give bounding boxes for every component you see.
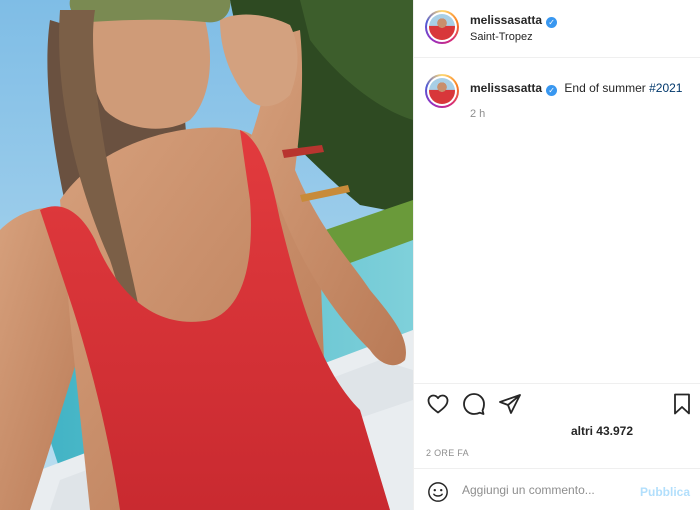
comment-bar: Pubblica — [414, 468, 700, 510]
caption-hashtag[interactable]: #2021 — [649, 81, 682, 95]
verified-icon: ✓ — [546, 85, 558, 96]
header-username[interactable]: melissasatta ✓ — [470, 13, 558, 28]
heart-icon — [427, 394, 449, 414]
post-details-panel: melissasatta ✓ Saint-Tropez melissasatta ✓… — [414, 0, 700, 510]
share-button[interactable] — [498, 392, 522, 416]
post-timestamp: 2 ORE FA — [426, 448, 469, 458]
bookmark-icon — [674, 393, 690, 415]
post-caption: melissasatta ✓ End of summer #2021 — [470, 80, 694, 96]
post-photo[interactable] — [0, 0, 413, 510]
post-actions — [414, 383, 700, 423]
caption-time: 2 h — [470, 108, 486, 120]
comment-button[interactable] — [462, 392, 486, 416]
selfie-image — [0, 0, 413, 510]
emoji-icon — [428, 482, 448, 502]
verified-icon: ✓ — [546, 17, 558, 28]
publish-button[interactable]: Pubblica — [640, 485, 690, 499]
post-header: melissasatta ✓ Saint-Tropez — [414, 0, 700, 58]
username-text[interactable]: melissasatta — [470, 13, 542, 27]
caption-text: End of summer — [564, 81, 646, 95]
likes-count[interactable]: altri 43.972 — [571, 424, 633, 438]
location-link[interactable]: Saint-Tropez — [470, 31, 533, 43]
comment-icon — [463, 393, 485, 415]
like-button[interactable] — [426, 392, 450, 416]
emoji-button[interactable] — [427, 481, 449, 503]
avatar[interactable] — [425, 10, 459, 44]
caption-avatar[interactable] — [425, 74, 459, 108]
comment-input[interactable] — [462, 479, 634, 501]
share-icon — [499, 394, 521, 414]
save-button[interactable] — [670, 392, 694, 416]
caption-username[interactable]: melissasatta — [470, 81, 542, 95]
